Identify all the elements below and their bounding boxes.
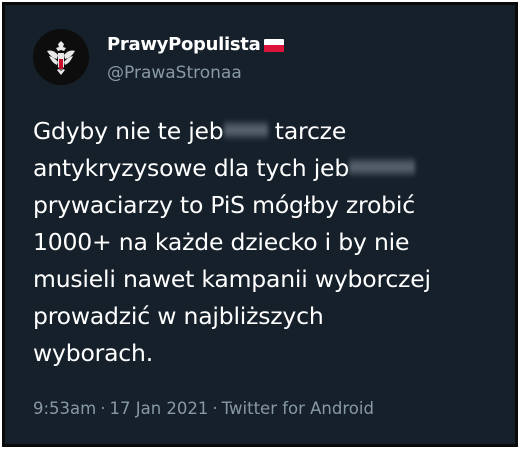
tweet-text: Gdyby nie te jeb tarcze antykryzysowe dl… (33, 113, 503, 372)
avatar[interactable] (33, 29, 89, 85)
tweet-text-line: musieli nawet kampanii wyborczej (33, 265, 431, 293)
censored-blur (349, 155, 416, 178)
tweet-text-line: prywaciarzy to PiS mógłby zrobić (33, 191, 415, 219)
tweet-date[interactable]: 17 Jan 2021 (110, 399, 209, 418)
tweet-source[interactable]: Twitter for Android (222, 399, 374, 418)
tweet-metadata: 9:53am · 17 Jan 2021 · Twitter for Android (33, 399, 374, 418)
tweet-text-line: Gdyby nie te jeb tarcze (33, 117, 347, 145)
separator: · (212, 399, 218, 418)
poland-flag-icon (264, 38, 285, 52)
tweet-text-line: 1000+ na każde dziecko i by nie (33, 228, 410, 256)
tweet-card: PrawyPopulista @PrawaStronaa Gdyby nie t… (5, 5, 515, 444)
tweet-time[interactable]: 9:53am (33, 399, 96, 418)
screenshot-frame: PrawyPopulista @PrawaStronaa Gdyby nie t… (2, 2, 518, 447)
tweet-text-line: wyborach. (33, 339, 153, 367)
tweet-text-line: antykryzysowe dla tych jeb (33, 150, 503, 187)
user-handle[interactable]: @PrawaStronaa (107, 63, 242, 83)
tweet-text-line: prowadzić w najbliższych (33, 302, 324, 330)
display-name[interactable]: PrawyPopulista (107, 34, 261, 55)
separator: · (100, 399, 106, 418)
polish-eagle-emblem-icon (33, 29, 89, 85)
display-name-row: PrawyPopulista (107, 33, 285, 55)
censored-blur (223, 118, 268, 141)
